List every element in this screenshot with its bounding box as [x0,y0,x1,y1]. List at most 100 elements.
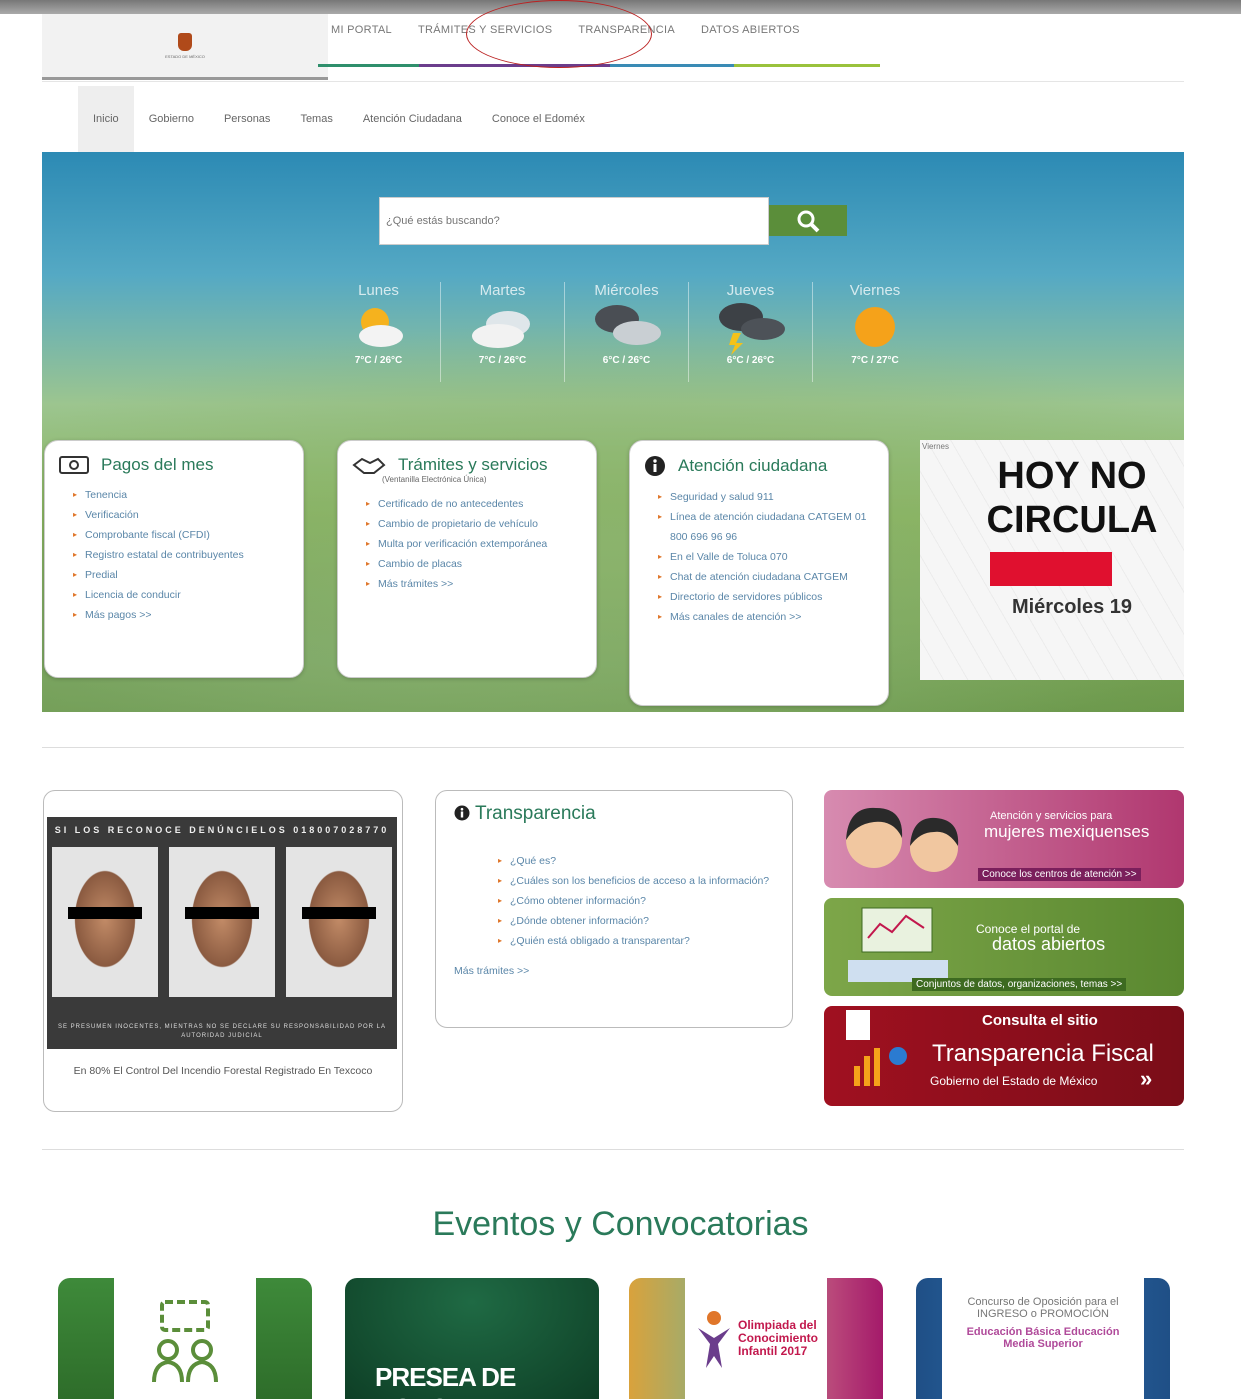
event-image [114,1278,256,1399]
sub-nav-temas[interactable]: Temas [285,86,347,152]
search-box [379,197,769,245]
search-button[interactable] [769,205,847,236]
section-divider [42,1149,1184,1150]
datos-banner-line2: datos abiertos [992,934,1106,954]
storm-icon [689,299,812,355]
atencion-card: Atención ciudadana Seguridad y salud 911… [629,440,889,706]
pagos-title[interactable]: Pagos del mes [59,455,289,475]
atencion-item[interactable]: Chat de atención ciudadana CATGEM [644,567,874,587]
news-caption[interactable]: En 80% El Control Del Incendio Forestal … [44,1061,402,1081]
tramites-item[interactable]: Más trámites >> [352,574,582,594]
sub-nav-personas[interactable]: Personas [209,86,285,152]
atencion-list: Seguridad y salud 911 Línea de atención … [644,487,874,627]
transparencia-item[interactable]: ¿Quién está obligado a transparentar? [484,931,774,951]
section-divider [42,747,1184,748]
events-title: Eventos y Convocatorias [432,1205,809,1243]
atencion-title[interactable]: Atención ciudadana [644,455,874,477]
mujeres-banner-cta: Conoce los centros de atención >> [978,868,1141,881]
transparencia-item[interactable]: ¿Dónde obtener información? [484,911,774,931]
event-card[interactable]: Concurso de Oposición para el INGRESO o … [916,1278,1170,1399]
pagos-item[interactable]: Predial [59,565,289,585]
weather-day: Lunes 7°C / 26°C [317,282,441,382]
pagos-item[interactable]: Registro estatal de contribuyentes [59,545,289,565]
weather-day: Miércoles 6°C / 26°C [565,282,689,382]
fiscal-banner-line3: Gobierno del Estado de México [930,1074,1098,1088]
tramites-title[interactable]: Trámites y servicios [352,455,582,475]
pagos-title-text: Pagos del mes [101,455,214,474]
news-card[interactable]: SI LOS RECONOCE DENÚNCIELOS 018007028770… [43,790,403,1112]
sub-nav-inicio[interactable]: Inicio [78,86,134,152]
atencion-item[interactable]: Seguridad y salud 911 [644,487,874,507]
datos-abiertos-banner[interactable]: Conoce el portal de datos abiertos Conju… [824,898,1184,996]
weather-temp: 6°C / 26°C [726,355,775,366]
eye-bar [184,907,259,919]
pagos-item[interactable]: Comprobante fiscal (CFDI) [59,525,289,545]
sub-nav-atencion[interactable]: Atención Ciudadana [348,86,477,152]
pagos-item[interactable]: Verificación [59,505,289,525]
suspect-photo [52,847,159,997]
wanted-faces [47,847,397,997]
sub-nav-conoce[interactable]: Conoce el Edoméx [477,86,600,152]
logo-text: ESTADO DE MÉXICO [165,53,205,59]
tramites-list: Certificado de no antecedentes Cambio de… [352,494,582,594]
event-card[interactable] [58,1278,312,1399]
pagos-item[interactable]: Licencia de conducir [59,585,289,605]
wanted-poster-image: SI LOS RECONOCE DENÚNCIELOS 018007028770… [47,817,397,1049]
tramites-item[interactable]: Cambio de placas [352,554,582,574]
sun-icon [813,299,937,355]
concurso-sub: Educación Básica Educación Media Superio… [966,1326,1120,1350]
weather-day-name: Viernes [849,282,901,299]
transparencia-item[interactable]: ¿Cómo obtener información? [484,891,774,911]
chevron-right-icon: » [1140,1066,1153,1091]
tramites-subtitle: (Ventanilla Electrónica Única) [382,475,487,484]
hoy-no-circula-day: Miércoles 19 [1011,596,1133,618]
event-card[interactable]: Olimpiada del Conocimiento Infantil 2017 [629,1278,883,1399]
info-icon [645,456,665,476]
eye-bar [301,907,376,919]
atencion-item[interactable]: Directorio de servidores públicos [644,587,874,607]
tramites-item[interactable]: Cambio de propietario de vehículo [352,514,582,534]
tramites-item[interactable]: Multa por verificación extemporánea [352,534,582,554]
partly-cloudy-icon [317,299,440,355]
atencion-item[interactable]: Línea de atención ciudadana CATGEM 01 80… [644,507,874,547]
search-input[interactable] [380,198,768,244]
red-annotation-ellipse [466,0,652,68]
event-card[interactable]: PRESEA DE HONOR [345,1278,599,1399]
transparencia-fiscal-banner[interactable]: Consulta el sitio Transparencia Fiscal G… [824,1006,1184,1106]
weather-day-name: Martes [479,282,526,299]
mujeres-banner[interactable]: Atención y servicios para mujeres mexiqu… [824,790,1184,888]
eye-bar [68,907,143,919]
tramites-card: Trámites y servicios (Ventanilla Electró… [337,440,597,678]
weather-day-name: Lunes [358,282,399,299]
transparencia-title[interactable]: Transparencia [454,803,774,825]
women-illustration-icon [846,807,959,872]
pagos-item[interactable]: Más pagos >> [59,605,289,625]
transparencia-item[interactable]: ¿Cuáles son los beneficios de acceso a l… [484,871,774,891]
tramites-item[interactable]: Certificado de no antecedentes [352,494,582,514]
transparencia-card: Transparencia ¿Qué es? ¿Cuáles son los b… [435,790,793,1028]
rain-cloud-icon [565,299,688,355]
hoy-no-circula-widget[interactable]: Viernes HOY NO CIRCULA Miércoles 19 [920,440,1184,680]
transparencia-item[interactable]: ¿Qué es? [484,851,774,871]
state-seal-icon [178,32,192,51]
transparencia-list: ¿Qué es? ¿Cuáles son los beneficios de a… [484,851,774,951]
weather-day: Viernes 7°C / 27°C [813,282,937,382]
weather-day: Martes 7°C / 26°C [441,282,565,382]
atencion-item[interactable]: En el Valle de Toluca 070 [644,547,874,567]
pagos-item[interactable]: Tenencia [59,485,289,505]
pagos-list: Tenencia Verificación Comprobante fiscal… [59,485,289,625]
sub-nav-gobierno[interactable]: Gobierno [134,86,209,152]
olympiad-logo-icon [698,1310,730,1368]
mujeres-banner-line2: mujeres mexiquenses [984,822,1150,841]
handshake-icon [352,457,386,474]
top-nav-mi-portal[interactable]: MI PORTAL [318,0,405,66]
state-logo[interactable]: ESTADO DE MÉXICO [42,14,328,80]
top-nav-datos-abiertos[interactable]: DATOS ABIERTOS [688,0,813,66]
transparencia-more-link[interactable]: Más trámites >> [454,965,774,977]
suspect-photo [168,847,275,997]
atencion-item[interactable]: Más canales de atención >> [644,607,874,627]
wanted-poster-header: SI LOS RECONOCE DENÚNCIELOS 018007028770 [54,825,390,835]
concurso-label: Concurso de Oposición para el INGRESO o … [967,1296,1119,1320]
money-icon [59,456,89,474]
sub-nav: Inicio Gobierno Personas Temas Atención … [78,86,600,152]
